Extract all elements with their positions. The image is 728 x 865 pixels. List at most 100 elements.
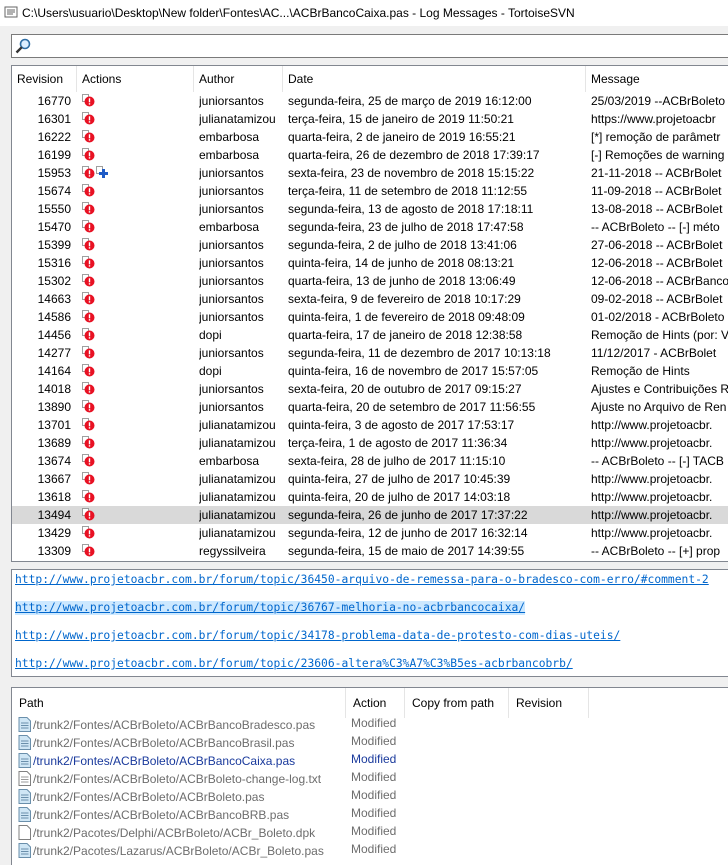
- modified-action-icon: [82, 382, 95, 395]
- author-cell: embarbosa: [199, 454, 260, 468]
- log-row[interactable]: 16301 julianatamizou terça-feira, 15 de ja…: [12, 110, 728, 128]
- message-cell: 21-11-2018 -- ACBrBolet: [591, 166, 722, 180]
- message-link[interactable]: http://www.projetoacbr.com.br/forum/topi…: [15, 657, 573, 671]
- column-header-actions[interactable]: Actions: [77, 66, 194, 92]
- date-cell: quarta-feira, 20 de setembro de 2017 11:…: [288, 400, 536, 414]
- author-cell: juniorsantos: [199, 382, 264, 396]
- log-row[interactable]: 14663 juniorsantos sexta-feira, 9 de fever…: [12, 290, 728, 308]
- log-row[interactable]: 14586 juniorsantos quinta-feira, 1 de feve…: [12, 308, 728, 326]
- changed-paths-list[interactable]: Path Action Copy from path Revision /tru…: [11, 687, 728, 865]
- message-cell: http://www.projetoacbr.: [591, 490, 713, 504]
- log-row[interactable]: 13674 embarbosa sexta-feira, 28 de julho d…: [12, 452, 728, 470]
- path-text: /trunk2/Fontes/ACBrBoleto/ACBrBoleto-cha…: [33, 772, 322, 786]
- modified-action-icon: [82, 274, 95, 287]
- log-row[interactable]: 15674 juniorsantos terça-feira, 11 de sete…: [12, 182, 728, 200]
- pascal-file-icon: [18, 735, 31, 750]
- changed-path-row[interactable]: /trunk2/Pacotes/Lazarus/ACBrBoleto/ACBr_…: [12, 840, 728, 858]
- search-input[interactable]: [36, 37, 716, 55]
- changed-path-row[interactable]: /trunk2/Fontes/ACBrBoleto/ACBrBancoBrade…: [12, 714, 728, 732]
- column-header-revision[interactable]: Revision: [12, 66, 77, 92]
- actions-cell: [82, 398, 192, 416]
- revision-cell: 13429: [37, 526, 71, 540]
- author-cell: embarbosa: [199, 148, 260, 162]
- message-cell: 09-02-2018 -- ACBrBolet: [591, 292, 723, 306]
- message-cell: http://www.projetoacbr.: [591, 436, 713, 450]
- log-row[interactable]: 13494 julianatamizou segunda-feira, 26 de …: [12, 506, 728, 524]
- search-icon[interactable]: [14, 37, 32, 55]
- log-row[interactable]: 15953 juniorsantos sexta-feira, 23 de nove…: [12, 164, 728, 182]
- revision-cell: 13667: [37, 472, 71, 486]
- changed-path-row[interactable]: /trunk2/Fontes/ACBrBoleto/ACBrBancoCaixa…: [12, 750, 728, 768]
- message-link[interactable]: http://www.projetoacbr.com.br/forum/topi…: [15, 629, 620, 643]
- changed-paths-rows: /trunk2/Fontes/ACBrBoleto/ACBrBancoBrade…: [12, 714, 728, 858]
- action-cell: Modified: [351, 716, 397, 730]
- log-row[interactable]: 15399 juniorsantos segunda-feira, 2 de jul…: [12, 236, 728, 254]
- search-box[interactable]: [11, 34, 728, 58]
- log-row[interactable]: 14018 juniorsantos sexta-feira, 20 de outu…: [12, 380, 728, 398]
- message-link[interactable]: http://www.projetoacbr.com.br/forum/topi…: [15, 601, 526, 615]
- action-cell: Modified: [351, 788, 397, 802]
- actions-cell: [82, 236, 192, 254]
- date-cell: segunda-feira, 15 de maio de 2017 14:39:…: [288, 544, 525, 558]
- column-header-author[interactable]: Author: [194, 66, 283, 92]
- message-cell: 25/03/2019 --ACBrBoleto: [591, 94, 726, 108]
- changed-path-row[interactable]: /trunk2/Fontes/ACBrBoleto/ACBrBancoBrasi…: [12, 732, 728, 750]
- author-cell: juniorsantos: [199, 292, 264, 306]
- date-cell: sexta-feira, 9 de fevereiro de 2018 10:1…: [288, 292, 521, 306]
- log-row[interactable]: 16199 embarbosa quarta-feira, 26 de dezemb…: [12, 146, 728, 164]
- log-row[interactable]: 13429 julianatamizou segunda-feira, 12 de …: [12, 524, 728, 542]
- modified-action-icon: [82, 256, 95, 269]
- actions-cell: [82, 290, 192, 308]
- path-text: /trunk2/Fontes/ACBrBoleto/ACBrBoleto.pas: [33, 790, 265, 804]
- author-cell: embarbosa: [199, 220, 260, 234]
- modified-action-icon: [82, 112, 95, 125]
- log-message-pane[interactable]: http://www.projetoacbr.com.br/forum/topi…: [11, 569, 728, 677]
- path-text: /trunk2/Pacotes/Lazarus/ACBrBoleto/ACBr_…: [33, 844, 324, 858]
- changed-path-row[interactable]: /trunk2/Fontes/ACBrBoleto/ACBrBoleto.pas…: [12, 786, 728, 804]
- column-header-message[interactable]: Message: [586, 66, 728, 92]
- revision-cell: 15550: [37, 202, 71, 216]
- changed-path-row[interactable]: /trunk2/Pacotes/Delphi/ACBrBoleto/ACBr_B…: [12, 822, 728, 840]
- pascal-file-icon: [18, 807, 31, 822]
- log-row[interactable]: 15316 juniorsantos quinta-feira, 14 de jun…: [12, 254, 728, 272]
- log-row[interactable]: 13309 regyssilveira segunda-feira, 15 de m…: [12, 542, 728, 560]
- author-cell: juniorsantos: [199, 166, 264, 180]
- revision-cell: 16301: [37, 112, 71, 126]
- message-cell: Ajuste no Arquivo de Ren: [591, 400, 727, 414]
- log-row[interactable]: 16770 juniorsantos segunda-feira, 25 de ma…: [12, 92, 728, 110]
- column-header-date[interactable]: Date: [283, 66, 586, 92]
- log-row[interactable]: 15470 embarbosa segunda-feira, 23 de julho…: [12, 218, 728, 236]
- actions-cell: [82, 416, 192, 434]
- log-list[interactable]: Revision Actions Author Date Message 167…: [11, 65, 728, 562]
- modified-action-icon: [82, 508, 95, 521]
- date-cell: quarta-feira, 26 de dezembro de 2018 17:…: [288, 148, 540, 162]
- log-row[interactable]: 15550 juniorsantos segunda-feira, 13 de ag…: [12, 200, 728, 218]
- author-cell: juniorsantos: [199, 274, 264, 288]
- modified-action-icon: [82, 130, 95, 143]
- log-row[interactable]: 14277 juniorsantos segunda-feira, 11 de de…: [12, 344, 728, 362]
- modified-action-icon: [82, 400, 95, 413]
- modified-action-icon: [82, 472, 95, 485]
- revision-cell: 15302: [37, 274, 71, 288]
- revision-cell: 13674: [37, 454, 71, 468]
- date-cell: sexta-feira, 20 de outubro de 2017 09:15…: [288, 382, 522, 396]
- log-row[interactable]: 13701 julianatamizou quinta-feira, 3 de ag…: [12, 416, 728, 434]
- log-row[interactable]: 13667 julianatamizou quinta-feira, 27 de j…: [12, 470, 728, 488]
- log-row[interactable]: 15302 juniorsantos quarta-feira, 13 de jun…: [12, 272, 728, 290]
- date-cell: segunda-feira, 11 de dezembro de 2017 10…: [288, 346, 551, 360]
- revision-cell: 15316: [37, 256, 71, 270]
- actions-cell: [82, 506, 192, 524]
- message-cell: http://www.projetoacbr.: [591, 418, 713, 432]
- changed-path-row[interactable]: /trunk2/Fontes/ACBrBoleto/ACBrBancoBRB.p…: [12, 804, 728, 822]
- changed-path-row[interactable]: /trunk2/Fontes/ACBrBoleto/ACBrBoleto-cha…: [12, 768, 728, 786]
- log-row[interactable]: 13689 julianatamizou terça-feira, 1 de ago…: [12, 434, 728, 452]
- actions-cell: [82, 200, 192, 218]
- log-row[interactable]: 14456 dopi quarta-feira, 17 de janeiro de …: [12, 326, 728, 344]
- actions-cell: [82, 146, 192, 164]
- message-link[interactable]: http://www.projetoacbr.com.br/forum/topi…: [15, 573, 709, 587]
- log-row[interactable]: 16222 embarbosa quarta-feira, 2 de janeiro…: [12, 128, 728, 146]
- log-row[interactable]: 14164 dopi quinta-feira, 16 de novembro de…: [12, 362, 728, 380]
- log-row[interactable]: 13618 julianatamizou quinta-feira, 20 de j…: [12, 488, 728, 506]
- log-row[interactable]: 13890 juniorsantos quarta-feira, 20 de set…: [12, 398, 728, 416]
- author-cell: julianatamizou: [199, 472, 276, 486]
